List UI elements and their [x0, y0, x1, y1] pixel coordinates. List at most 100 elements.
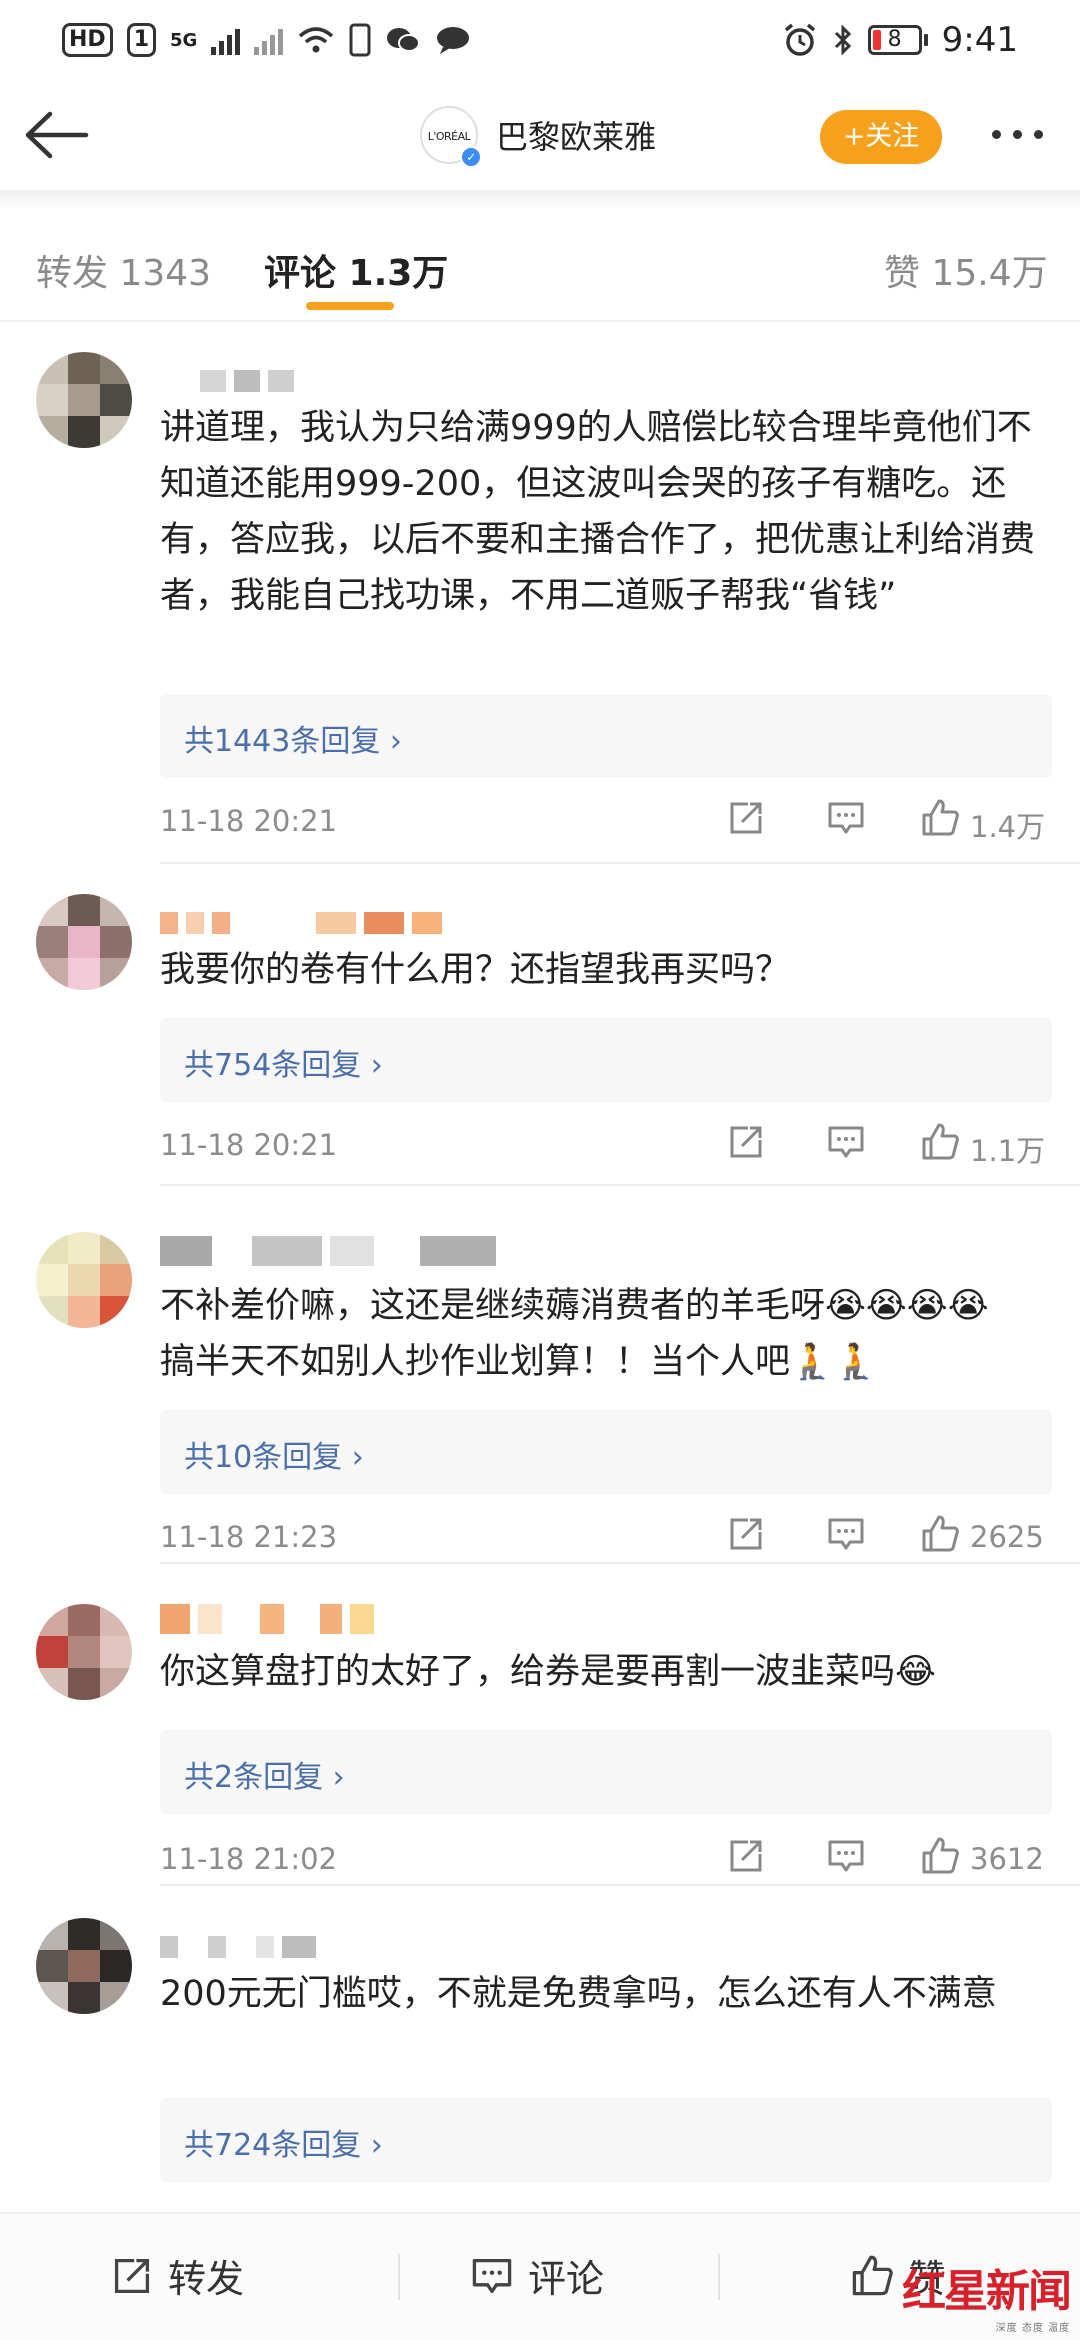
comment-item: 我要你的卷有什么用？还指望我再买吗？ 共754条回复 › 11-18 20:21…: [0, 894, 1080, 1184]
comment-meta: 11-18 20:21 1.1万: [160, 1122, 1060, 1172]
username-blurred[interactable]: [160, 1936, 316, 1958]
like-icon: [852, 2255, 893, 2295]
username-blurred[interactable]: [200, 370, 294, 392]
comment-divider: [160, 1184, 1080, 1186]
replies-link[interactable]: 共754条回复 ›: [160, 1018, 1052, 1102]
like-count: 2625: [970, 1520, 1044, 1554]
comment-meta: 11-18 21:02 3612: [160, 1836, 1060, 1886]
comment-divider: [160, 862, 1080, 864]
status-bar: HD 1 5G 8 9:41: [0, 0, 1080, 80]
comment-text: 不补差价嘛，这还是继续薅消费者的羊毛呀😭😭😭😭: [160, 1286, 989, 1326]
top-nav: L'ORÉAL ✓ 巴黎欧莱雅 +关注: [0, 80, 1080, 190]
comment-label: 评论: [528, 2257, 605, 2301]
avatar[interactable]: [36, 1604, 132, 1700]
tab-comments[interactable]: 评论 1.3万: [264, 244, 448, 296]
follow-button[interactable]: +关注: [820, 110, 942, 164]
like-icon[interactable]: [920, 1836, 960, 1876]
replies-link[interactable]: 共2条回复 ›: [160, 1730, 1052, 1814]
comment-text: 我要你的卷有什么用？还指望我再买吗？: [160, 950, 791, 990]
avatar[interactable]: [36, 352, 132, 448]
timestamp: 11-18 21:02: [160, 1842, 338, 1876]
replies-link[interactable]: 共724条回复 ›: [160, 2098, 1052, 2182]
comment-icon[interactable]: [826, 1514, 866, 1554]
like-count: 1.1万: [970, 1134, 1046, 1168]
watermark-name: 红星新闻: [902, 2266, 1072, 2317]
repost-icon[interactable]: [726, 798, 766, 838]
active-tab-indicator: [306, 302, 394, 310]
bluetooth-icon: [834, 24, 851, 56]
tab-reposts[interactable]: 转发 1343: [36, 244, 211, 296]
comment-text: 你这算盘打的太好了，给券是要再割一波韭菜吗😂: [160, 1652, 936, 1692]
username-blurred[interactable]: [160, 1604, 374, 1634]
comment-divider: [160, 1884, 1080, 1886]
repost-button[interactable]: 转发: [110, 2248, 244, 2303]
network-type: 5G: [170, 29, 198, 51]
repost-icon: [114, 2258, 150, 2293]
bar-separator: [718, 2254, 720, 2300]
header-shadow: [0, 190, 1080, 210]
verified-badge-icon: ✓: [460, 146, 482, 168]
comment-text: 200元无门槛哎，不就是免费拿吗，怎么还有人不满意: [160, 1974, 997, 2014]
replies-count[interactable]: 共754条回复 ›: [184, 1040, 383, 1084]
chat-bubble-icon: [437, 27, 470, 54]
bottom-action-bar: 转发 评论 赞 红星新闻 深度 态度 温度: [0, 2212, 1080, 2340]
watermark-tagline: 深度 态度 温度: [995, 2323, 1070, 2334]
clock: 9:41: [941, 20, 1018, 60]
bar-separator: [398, 2254, 400, 2300]
repost-icon[interactable]: [726, 1122, 766, 1162]
battery-icon: 8: [867, 25, 928, 55]
comment-meta: 11-18 21:23 2625: [160, 1514, 1060, 1564]
comment-item: 不补差价嘛，这还是继续薅消费者的羊毛呀😭😭😭😭 搞半天不如别人抄作业划算！！当个…: [0, 1232, 1080, 1562]
brand-logo-text: L'ORÉAL: [427, 130, 471, 143]
back-arrow-icon[interactable]: [22, 108, 92, 162]
username-blurred[interactable]: [160, 912, 442, 934]
comment-meta: 11-18 20:21 1.4万: [160, 798, 1060, 848]
replies-count[interactable]: 共724条回复 ›: [184, 2120, 383, 2164]
hd-indicator: HD: [62, 23, 113, 57]
wechat-icon: [387, 28, 421, 52]
comment-icon[interactable]: [826, 1122, 866, 1162]
username-blurred[interactable]: [160, 1236, 496, 1266]
comment-item: 你这算盘打的太好了，给券是要再割一波韭菜吗😂 共2条回复 › 11-18 21:…: [0, 1604, 1080, 1884]
comment-text: 讲道理，我认为只给满999的人赔偿比较合理毕竟他们不知道还能用999-200，但…: [160, 408, 1036, 616]
like-icon[interactable]: [920, 1514, 960, 1554]
replies-link[interactable]: 共10条回复 ›: [160, 1410, 1052, 1494]
account-info[interactable]: L'ORÉAL ✓ 巴黎欧莱雅: [420, 106, 656, 168]
comment-icon: [472, 2258, 512, 2293]
status-left: HD 1 5G: [62, 23, 471, 57]
repost-icon[interactable]: [726, 1836, 766, 1876]
avatar[interactable]: [36, 1232, 132, 1328]
more-options-icon[interactable]: [992, 130, 1043, 139]
like-count: 3612: [970, 1842, 1044, 1876]
like-icon[interactable]: [920, 798, 960, 838]
replies-count[interactable]: 共1443条回复 ›: [184, 716, 402, 760]
tabs-divider: [0, 320, 1080, 322]
timestamp: 11-18 20:21: [160, 1128, 338, 1162]
timestamp: 11-18 20:21: [160, 804, 338, 838]
replies-count[interactable]: 共10条回复 ›: [184, 1432, 364, 1476]
brand-logo[interactable]: L'ORÉAL ✓: [420, 106, 482, 168]
repost-label: 转发: [168, 2257, 245, 2301]
tab-bar: 转发 1343 评论 1.3万 赞 15.4万: [0, 226, 1080, 316]
news-watermark: 红星新闻 深度 态度 温度: [902, 2255, 1072, 2334]
comment-icon[interactable]: [826, 1836, 866, 1876]
comment-icon[interactable]: [826, 798, 866, 838]
timestamp: 11-18 21:23: [160, 1520, 338, 1554]
comment-divider: [160, 1562, 1080, 1564]
comment-button[interactable]: 评论: [470, 2248, 604, 2303]
replies-link[interactable]: 共1443条回复 ›: [160, 694, 1052, 778]
phone-icon: [349, 23, 371, 57]
signal-icon-secondary: [254, 25, 284, 55]
battery-level: 8: [867, 25, 922, 55]
status-right: 8 9:41: [782, 20, 1018, 60]
avatar[interactable]: [36, 1918, 132, 2014]
repost-icon[interactable]: [726, 1514, 766, 1554]
like-icon[interactable]: [920, 1122, 960, 1162]
alarm-icon: [784, 23, 815, 56]
replies-count[interactable]: 共2条回复 ›: [184, 1752, 345, 1796]
avatar[interactable]: [36, 894, 132, 990]
account-name[interactable]: 巴黎欧莱雅: [496, 112, 656, 158]
sim-indicator: 1: [126, 23, 156, 57]
like-count: 1.4万: [970, 810, 1046, 844]
tab-likes[interactable]: 赞 15.4万: [884, 244, 1048, 296]
